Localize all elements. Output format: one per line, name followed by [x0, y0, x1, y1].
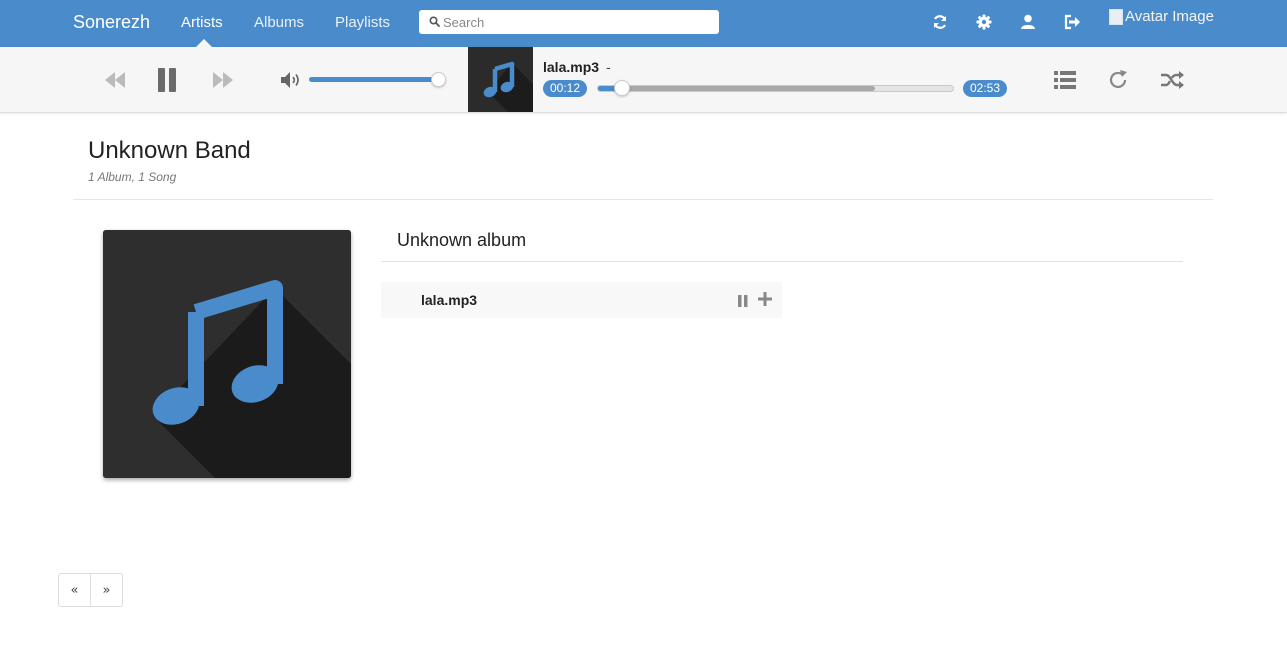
nav-albums[interactable]: Albums	[254, 14, 304, 31]
total-time-badge: 02:53	[963, 80, 1008, 97]
user-icon[interactable]	[1018, 12, 1038, 32]
avatar[interactable]: Avatar Image	[1109, 8, 1214, 25]
top-navbar: Sonerezh Artists Albums Playlists Search…	[0, 0, 1287, 47]
volume-icon[interactable]	[280, 71, 302, 94]
section-divider	[73, 199, 1213, 200]
volume-slider[interactable]	[309, 77, 439, 82]
active-nav-caret	[196, 39, 212, 47]
next-icon[interactable]	[212, 71, 234, 94]
add-to-playlist-icon[interactable]	[758, 292, 772, 311]
album-title: Unknown album	[397, 230, 527, 250]
track-row[interactable]: lala.mp3	[381, 282, 782, 318]
now-playing-cover	[468, 47, 533, 112]
shuffle-icon[interactable]	[1160, 70, 1184, 95]
nav-artists[interactable]: Artists	[181, 14, 223, 31]
album-divider	[381, 261, 1183, 262]
album-cover[interactable]	[103, 230, 351, 478]
track-title[interactable]: lala.mp3	[421, 292, 477, 308]
repeat-icon[interactable]	[1107, 69, 1129, 96]
avatar-alt-text: Avatar Image	[1125, 8, 1214, 25]
logout-icon[interactable]	[1062, 12, 1082, 32]
nav-playlists[interactable]: Playlists	[335, 14, 390, 31]
now-playing-title: lala.mp3	[543, 59, 600, 75]
now-playing-separator: -	[606, 59, 611, 75]
prev-page-button[interactable]: «	[58, 573, 91, 607]
progress-handle[interactable]	[614, 80, 630, 96]
player-bar: lala.mp3 - 00:12 02:53	[0, 47, 1287, 113]
sync-icon[interactable]	[930, 12, 950, 32]
gear-icon[interactable]	[974, 12, 994, 32]
next-page-button[interactable]: »	[91, 573, 123, 607]
search-input[interactable]	[443, 13, 713, 31]
pause-icon[interactable]	[738, 294, 748, 312]
brand-link[interactable]: Sonerezh	[73, 12, 150, 33]
artist-title: Unknown Band	[88, 137, 251, 164]
buffered-bar	[598, 86, 875, 91]
progress-bar[interactable]	[597, 85, 954, 92]
search-icon	[429, 16, 440, 27]
artist-meta: 1 Album, 1 Song	[88, 170, 177, 184]
broken-image-icon	[1109, 8, 1123, 25]
volume-handle[interactable]	[431, 72, 446, 87]
current-time-badge: 00:12	[543, 80, 588, 97]
previous-icon[interactable]	[104, 71, 126, 94]
pagination: « »	[58, 573, 123, 607]
search-box[interactable]	[419, 10, 719, 34]
playlist-icon[interactable]	[1054, 70, 1076, 95]
pause-button[interactable]	[157, 68, 177, 97]
